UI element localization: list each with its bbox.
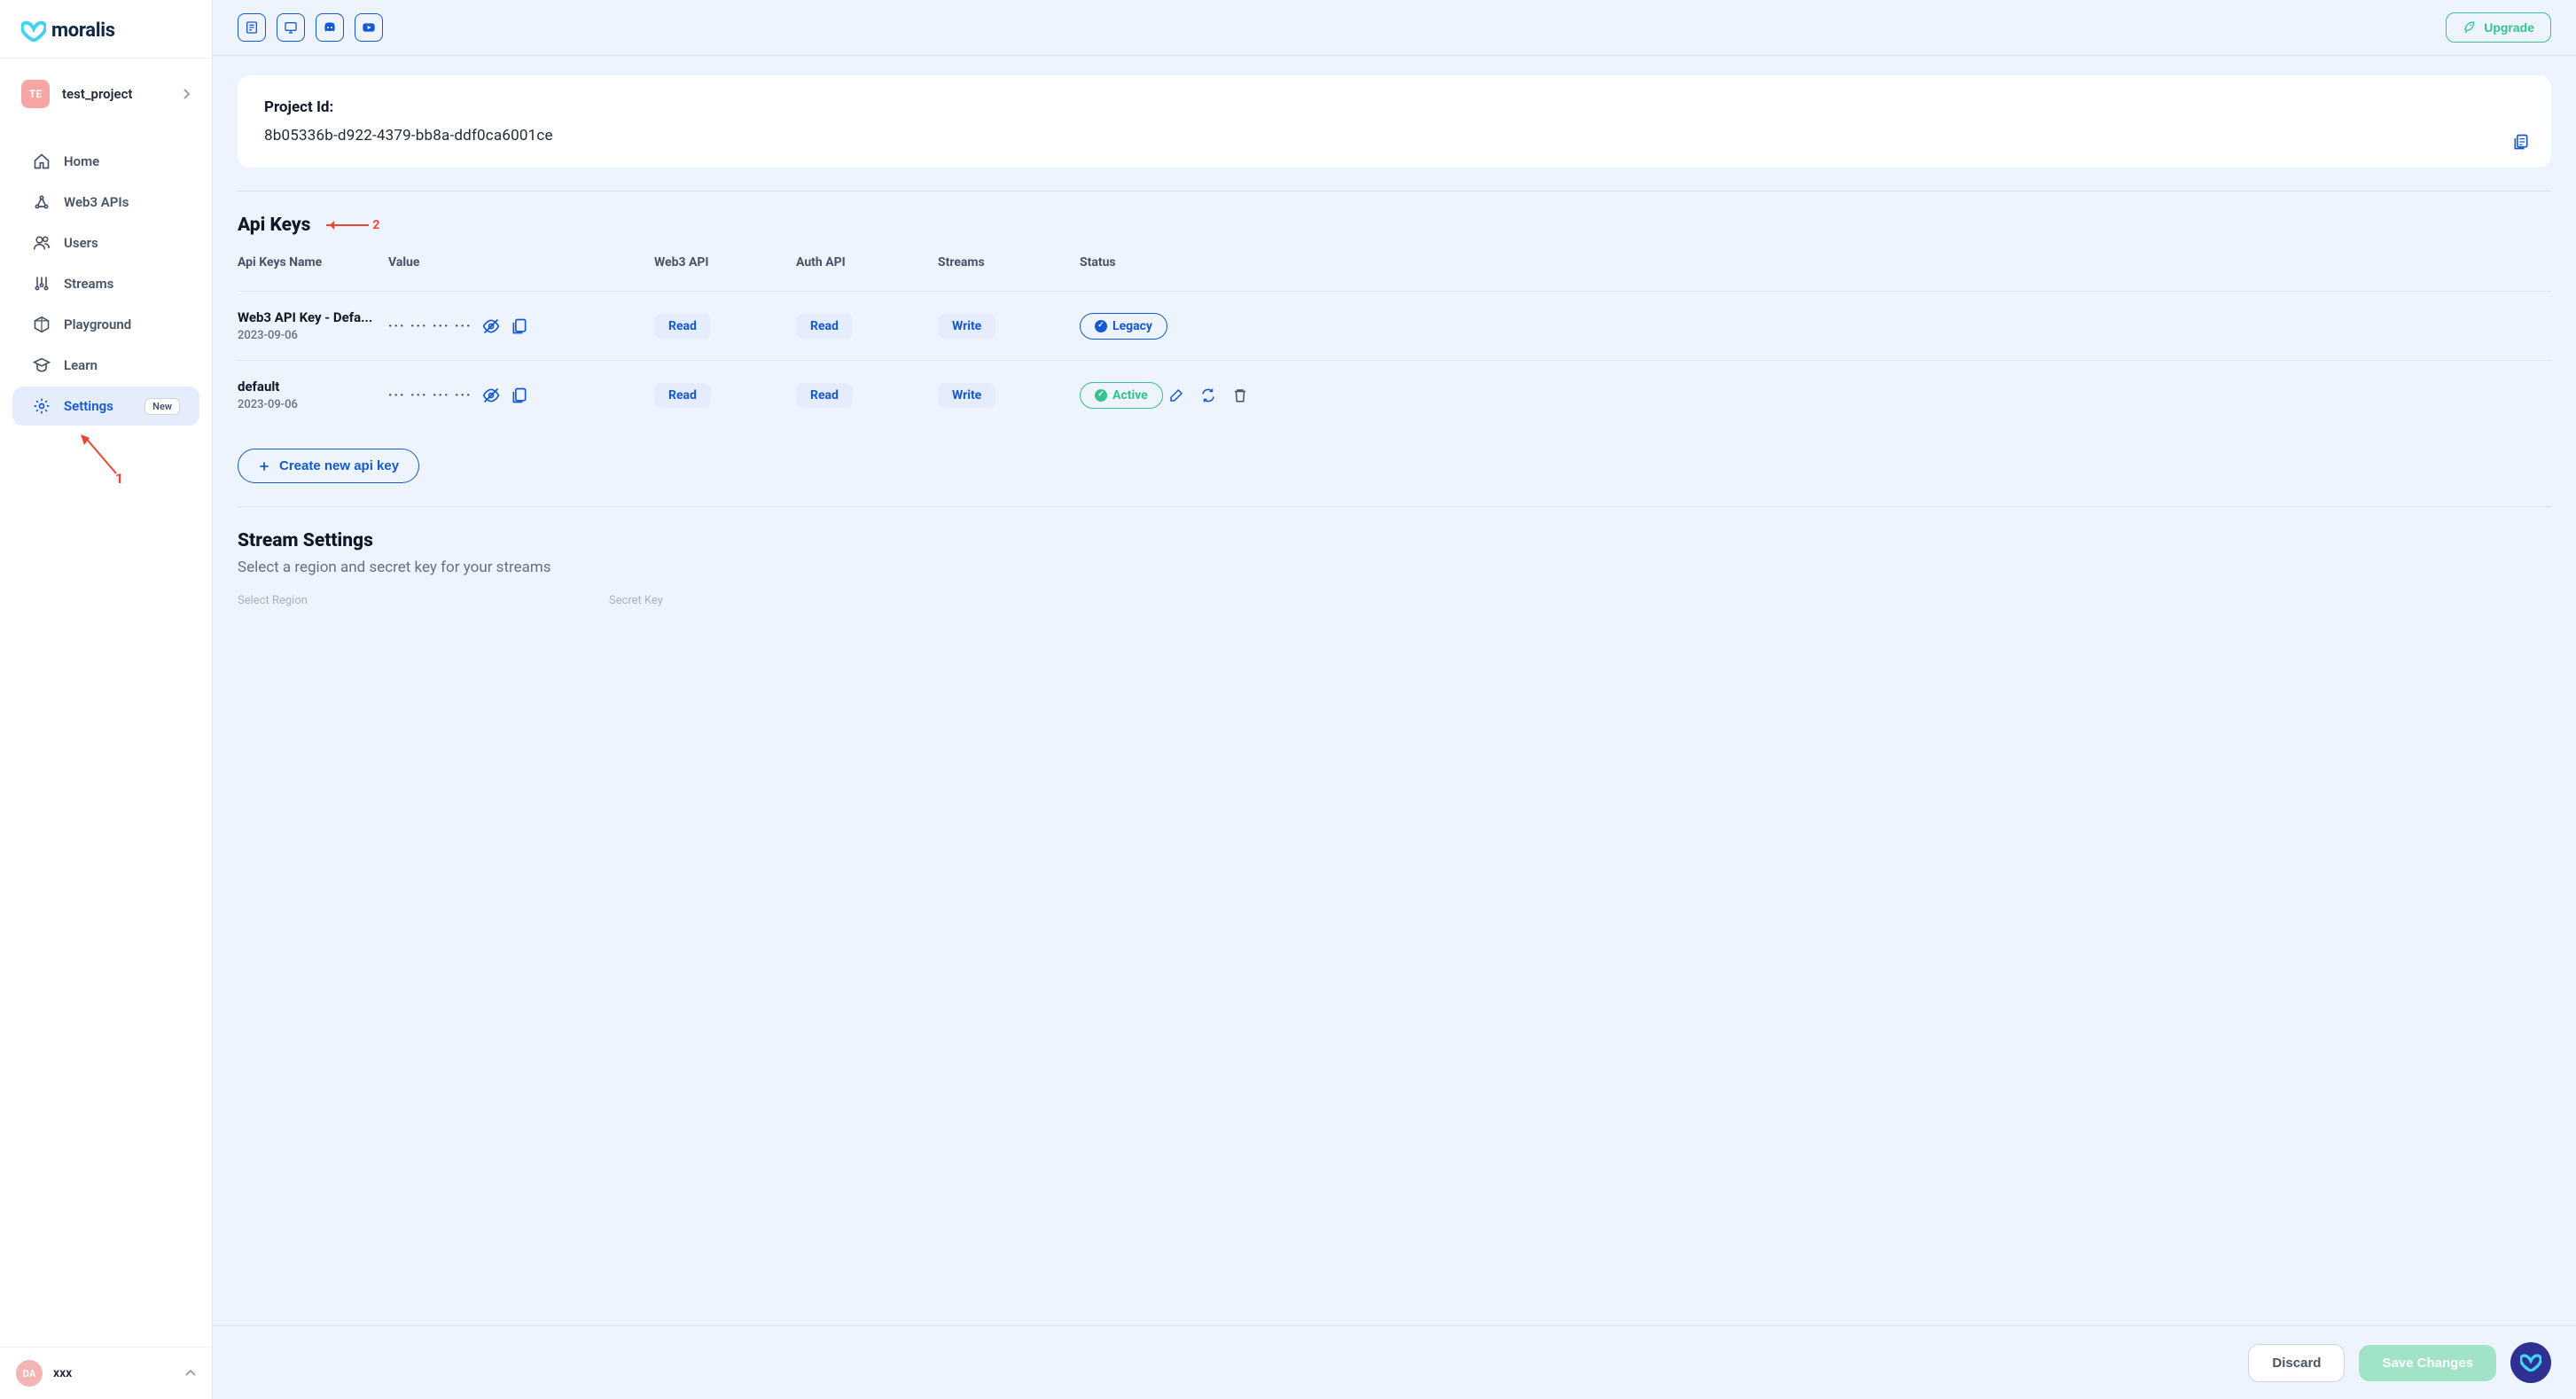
- logo-text: moralis: [51, 20, 115, 42]
- key-name: Web3 API Key - Defa...: [238, 309, 388, 325]
- annotation-2-label: 2: [372, 218, 379, 232]
- dashboard-icon-button[interactable]: [277, 13, 305, 42]
- nav-label: Home: [64, 153, 99, 169]
- streams-permission: Write: [938, 383, 995, 408]
- col-value: Value: [388, 250, 654, 275]
- col-auth: Auth API: [796, 250, 938, 275]
- key-date: 2023-09-06: [238, 329, 388, 342]
- new-tag: New: [144, 398, 180, 415]
- youtube-icon-button[interactable]: [355, 13, 383, 42]
- nav-label: Web3 APIs: [64, 194, 129, 210]
- api-keys-table-header: Api Keys Name Value Web3 API Auth API St…: [238, 250, 2551, 275]
- api-key-row: default 2023-09-06 ··· ··· ··· ··· Read …: [238, 360, 2551, 429]
- edit-key-button[interactable]: [1168, 387, 1184, 403]
- logo[interactable]: moralis: [0, 0, 212, 59]
- plus-icon: [258, 460, 270, 473]
- project-name: test_project: [62, 86, 169, 102]
- nav-label: Users: [64, 235, 98, 251]
- content: Project Id: 8b05336b-d922-4379-bb8a-ddf0…: [213, 56, 2576, 1325]
- gear-icon: [32, 396, 51, 416]
- status-badge: ✓Active: [1080, 382, 1163, 409]
- chevron-up-icon: [185, 1369, 196, 1378]
- web3-permission: Read: [654, 383, 711, 408]
- stream-settings-desc: Select a region and secret key for your …: [238, 559, 2551, 576]
- project-id-label: Project Id:: [264, 98, 2525, 116]
- annotation-1-label: 1: [115, 470, 123, 487]
- copy-key-button[interactable]: [511, 317, 528, 335]
- key-date: 2023-09-06: [238, 398, 388, 411]
- nav-settings[interactable]: Settings New: [12, 387, 199, 426]
- copy-project-id-button[interactable]: [2512, 132, 2530, 152]
- streams-icon: [32, 274, 51, 293]
- nav-playground[interactable]: Playground: [12, 305, 199, 344]
- col-status: Status: [1080, 250, 1266, 275]
- rotate-key-button[interactable]: [1200, 387, 1216, 403]
- home-icon: [32, 152, 51, 171]
- learn-icon: [32, 356, 51, 375]
- nav-home[interactable]: Home: [12, 142, 199, 181]
- nav-web3apis[interactable]: Web3 APIs: [12, 183, 199, 222]
- users-icon: [32, 233, 51, 253]
- api-keys-title: Api Keys: [238, 215, 310, 236]
- key-masked-value: ··· ··· ··· ···: [388, 319, 472, 333]
- discard-button[interactable]: Discard: [2248, 1344, 2345, 1382]
- rocket-icon: [2463, 20, 2477, 35]
- chevron-right-icon: [182, 89, 191, 99]
- web3-permission: Read: [654, 314, 711, 339]
- annotation-arrow-2: 2: [326, 218, 379, 232]
- auth-permission: Read: [796, 383, 853, 408]
- docs-icon-button[interactable]: [238, 13, 266, 42]
- nav-label: Learn: [64, 357, 98, 373]
- project-id-value: 8b05336b-d922-4379-bb8a-ddf0ca6001ce: [264, 127, 2525, 145]
- sidebar: moralis TE test_project Home Web3 APIs U…: [0, 0, 213, 1399]
- upgrade-button[interactable]: Upgrade: [2446, 12, 2551, 43]
- col-name: Api Keys Name: [238, 250, 388, 275]
- secret-field-label: Secret Key: [609, 594, 663, 607]
- divider: [238, 506, 2551, 507]
- region-field-label: Select Region: [238, 594, 308, 607]
- nav-learn[interactable]: Learn: [12, 346, 199, 385]
- playground-icon: [32, 315, 51, 334]
- save-changes-button[interactable]: Save Changes: [2359, 1345, 2496, 1381]
- auth-permission: Read: [796, 314, 853, 339]
- project-selector[interactable]: TE test_project: [12, 73, 199, 115]
- streams-permission: Write: [938, 314, 995, 339]
- status-badge: ✓Legacy: [1080, 313, 1167, 340]
- logo-icon: [21, 20, 46, 42]
- nav-streams[interactable]: Streams: [12, 264, 199, 303]
- reveal-key-button[interactable]: [482, 317, 500, 335]
- project-badge: TE: [21, 80, 50, 108]
- main: Upgrade Project Id: 8b05336b-d922-4379-b…: [213, 0, 2576, 1399]
- footer: Discard Save Changes: [213, 1325, 2576, 1399]
- project-id-card: Project Id: 8b05336b-d922-4379-bb8a-ddf0…: [238, 75, 2551, 168]
- discord-icon-button[interactable]: [316, 13, 344, 42]
- key-masked-value: ··· ··· ··· ···: [388, 388, 472, 403]
- topbar: Upgrade: [213, 0, 2576, 56]
- copy-key-button[interactable]: [511, 387, 528, 404]
- user-avatar: DA: [16, 1360, 43, 1387]
- create-api-key-label: Create new api key: [279, 458, 399, 473]
- reveal-key-button[interactable]: [482, 387, 500, 404]
- stream-settings-title: Stream Settings: [238, 530, 2551, 551]
- nav-label: Playground: [64, 317, 131, 332]
- delete-key-button[interactable]: [1232, 387, 1248, 403]
- api-key-row: Web3 API Key - Defa... 2023-09-06 ··· ··…: [238, 291, 2551, 360]
- col-streams: Streams: [938, 250, 1080, 275]
- key-name: default: [238, 379, 388, 395]
- nav: Home Web3 APIs Users Streams Playground …: [0, 140, 212, 1347]
- user-name: xxx: [53, 1366, 175, 1380]
- nav-label: Streams: [64, 276, 113, 292]
- user-menu[interactable]: DA xxx: [0, 1347, 212, 1399]
- help-fab[interactable]: [2510, 1342, 2551, 1383]
- api-keys-header: Api Keys 2: [238, 215, 2551, 236]
- create-api-key-button[interactable]: Create new api key: [238, 449, 419, 483]
- upgrade-label: Upgrade: [2484, 20, 2534, 35]
- nav-label: Settings: [64, 398, 113, 414]
- col-web3: Web3 API: [654, 250, 796, 275]
- nav-users[interactable]: Users: [12, 223, 199, 262]
- api-icon: [32, 192, 51, 212]
- logo-icon: [2520, 1354, 2541, 1372]
